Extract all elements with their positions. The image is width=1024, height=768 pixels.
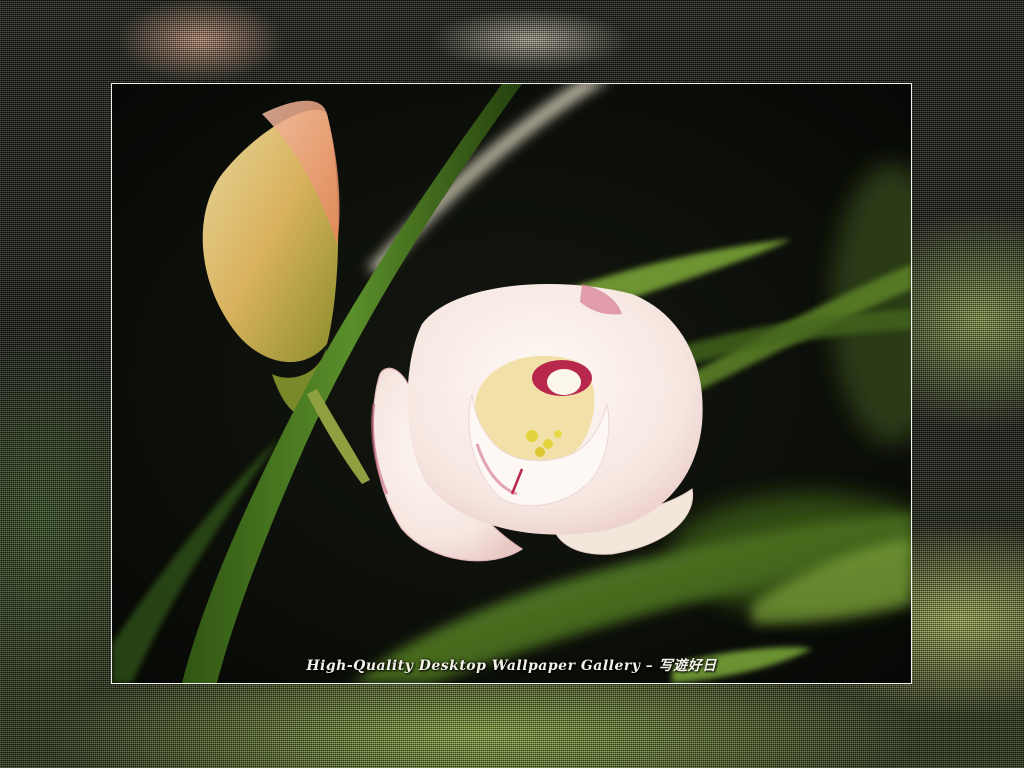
photo-frame: High-Quality Desktop Wallpaper Gallery –… <box>111 83 912 684</box>
orchid-photo <box>112 84 911 683</box>
gallery-caption: High-Quality Desktop Wallpaper Gallery –… <box>306 658 717 674</box>
orchid-flower <box>371 284 703 562</box>
